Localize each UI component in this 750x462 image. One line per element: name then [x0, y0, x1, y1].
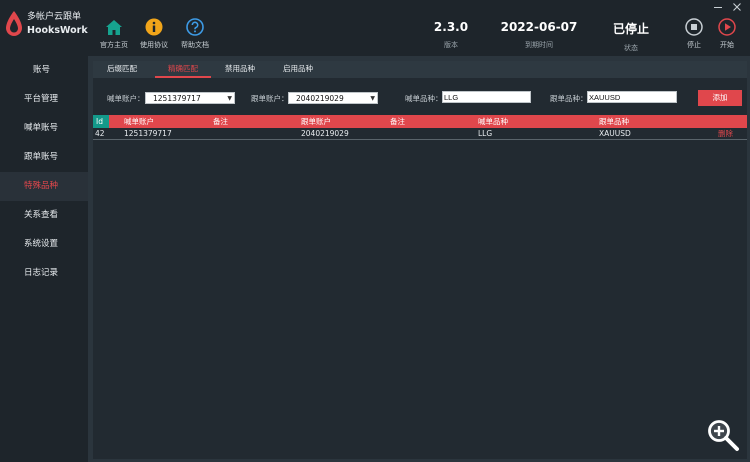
- tab-disabled-symbols[interactable]: 禁用品种: [215, 61, 265, 78]
- header-note: 备注: [213, 117, 228, 126]
- stop-button[interactable]: 停止: [676, 17, 712, 50]
- version-label: 版本: [444, 41, 458, 49]
- add-button[interactable]: 添加: [698, 90, 742, 106]
- question-icon: [186, 18, 204, 36]
- caller-symbol-label: 喊单品种：: [405, 94, 443, 103]
- minimize-button[interactable]: [712, 2, 724, 14]
- header-follower-account: 跟单账户: [301, 117, 331, 126]
- cell-follower-symbol: XAUUSD: [599, 129, 631, 138]
- sidebar: 多帐户云跟单 HooksWork 账号 平台管理 喊单账号 跟单账号 特殊品种 …: [0, 0, 88, 462]
- close-button[interactable]: [731, 2, 743, 14]
- expiry-info: 2022-06-07 到期时间: [496, 20, 582, 50]
- caller-account-select[interactable]: 1251379717 ▼: [145, 92, 235, 104]
- header-caller-symbol: 喊单品种: [478, 117, 508, 126]
- table-row[interactable]: 42 1251379717 2040219029 LLG XAUUSD 删除: [93, 128, 747, 140]
- info-icon: [145, 18, 163, 36]
- sidebar-item-relations[interactable]: 关系查看: [0, 201, 88, 230]
- stop-icon: [685, 18, 703, 36]
- special-symbols-panel: 后缀匹配 精确匹配 禁用品种 启用品种 喊单账户： 1251379717 ▼ 跟…: [93, 61, 747, 459]
- minimize-icon: [714, 7, 722, 8]
- help-button[interactable]: 帮助文档: [176, 17, 214, 50]
- version-info: 2.3.0 版本: [429, 20, 473, 50]
- header-caller-account: 喊单账户: [124, 117, 154, 126]
- top-bar: 官方主页 使用协议 帮助文档 2.3.0 版本 2022-06-07 到期时间: [88, 0, 750, 56]
- cell-caller-account: 1251379717: [124, 129, 172, 138]
- header-id: Id: [93, 115, 109, 128]
- sidebar-item-settings[interactable]: 系统设置: [0, 230, 88, 259]
- delete-link[interactable]: 删除: [718, 128, 733, 140]
- drop-logo-icon: [6, 11, 22, 36]
- status-label: 状态: [624, 44, 638, 52]
- sidebar-item-platform[interactable]: 平台管理: [0, 85, 88, 114]
- home-icon: [106, 19, 122, 35]
- close-icon: [733, 3, 741, 11]
- tab-exact-match[interactable]: 精确匹配: [155, 61, 211, 78]
- table-header: Id 喊单账户 备注 跟单账户 备注 喊单品种 跟单品种: [93, 115, 747, 128]
- chevron-down-icon: ▼: [370, 95, 375, 102]
- app-logo: 多帐户云跟单 HooksWork: [4, 8, 88, 42]
- expiry-value: 2022-06-07: [500, 20, 578, 34]
- home-label: 官方主页: [100, 41, 128, 49]
- tab-bar: 后缀匹配 精确匹配 禁用品种 启用品种: [93, 61, 747, 78]
- cell-caller-symbol: LLG: [478, 129, 493, 138]
- follower-account-label: 跟单账户：: [251, 94, 289, 103]
- sidebar-item-caller-account[interactable]: 喊单账号: [0, 114, 88, 143]
- start-button[interactable]: 开始: [709, 17, 745, 50]
- tab-enabled-symbols[interactable]: 启用品种: [271, 61, 325, 78]
- home-button[interactable]: 官方主页: [95, 17, 133, 50]
- status-value: 已停止: [612, 22, 649, 36]
- cell-follower-account: 2040219029: [301, 129, 349, 138]
- status-info: 已停止 状态: [606, 20, 656, 53]
- caller-account-label: 喊单账户：: [107, 94, 145, 103]
- agreement-button[interactable]: 使用协议: [135, 17, 173, 50]
- stop-label: 停止: [687, 41, 701, 49]
- header-follower-symbol: 跟单品种: [599, 117, 629, 126]
- cell-id: 42: [95, 129, 105, 138]
- follower-account-value: 2040219029: [296, 94, 344, 103]
- sidebar-item-logs[interactable]: 日志记录: [0, 259, 88, 288]
- caller-account-value: 1251379717: [153, 94, 201, 103]
- sidebar-nav: 账号 平台管理 喊单账号 跟单账号 特殊品种 关系查看 系统设置 日志记录: [0, 56, 88, 288]
- help-label: 帮助文档: [181, 41, 209, 49]
- follower-symbol-input[interactable]: [587, 91, 677, 103]
- follower-account-select[interactable]: 2040219029 ▼: [288, 92, 378, 104]
- follower-symbol-label: 跟单品种：: [550, 94, 588, 103]
- app-title: 多帐户云跟单: [27, 12, 82, 22]
- sidebar-item-follower-account[interactable]: 跟单账号: [0, 143, 88, 172]
- tab-suffix-match[interactable]: 后缀匹配: [95, 61, 149, 78]
- app-subtitle: HooksWork: [27, 25, 88, 36]
- chevron-down-icon: ▼: [227, 95, 232, 102]
- symbol-mapping-table: Id 喊单账户 备注 跟单账户 备注 喊单品种 跟单品种 42 12513797…: [93, 115, 747, 140]
- sidebar-item-special-symbols[interactable]: 特殊品种: [0, 172, 88, 201]
- zoom-in-icon[interactable]: [706, 418, 740, 452]
- play-icon: [718, 18, 736, 36]
- agreement-label: 使用协议: [140, 41, 168, 49]
- header-note: 备注: [390, 117, 405, 126]
- version-value: 2.3.0: [433, 20, 469, 34]
- caller-symbol-input[interactable]: [442, 91, 531, 103]
- sidebar-item-account[interactable]: 账号: [0, 56, 88, 85]
- start-label: 开始: [720, 41, 734, 49]
- expiry-label: 到期时间: [525, 41, 553, 49]
